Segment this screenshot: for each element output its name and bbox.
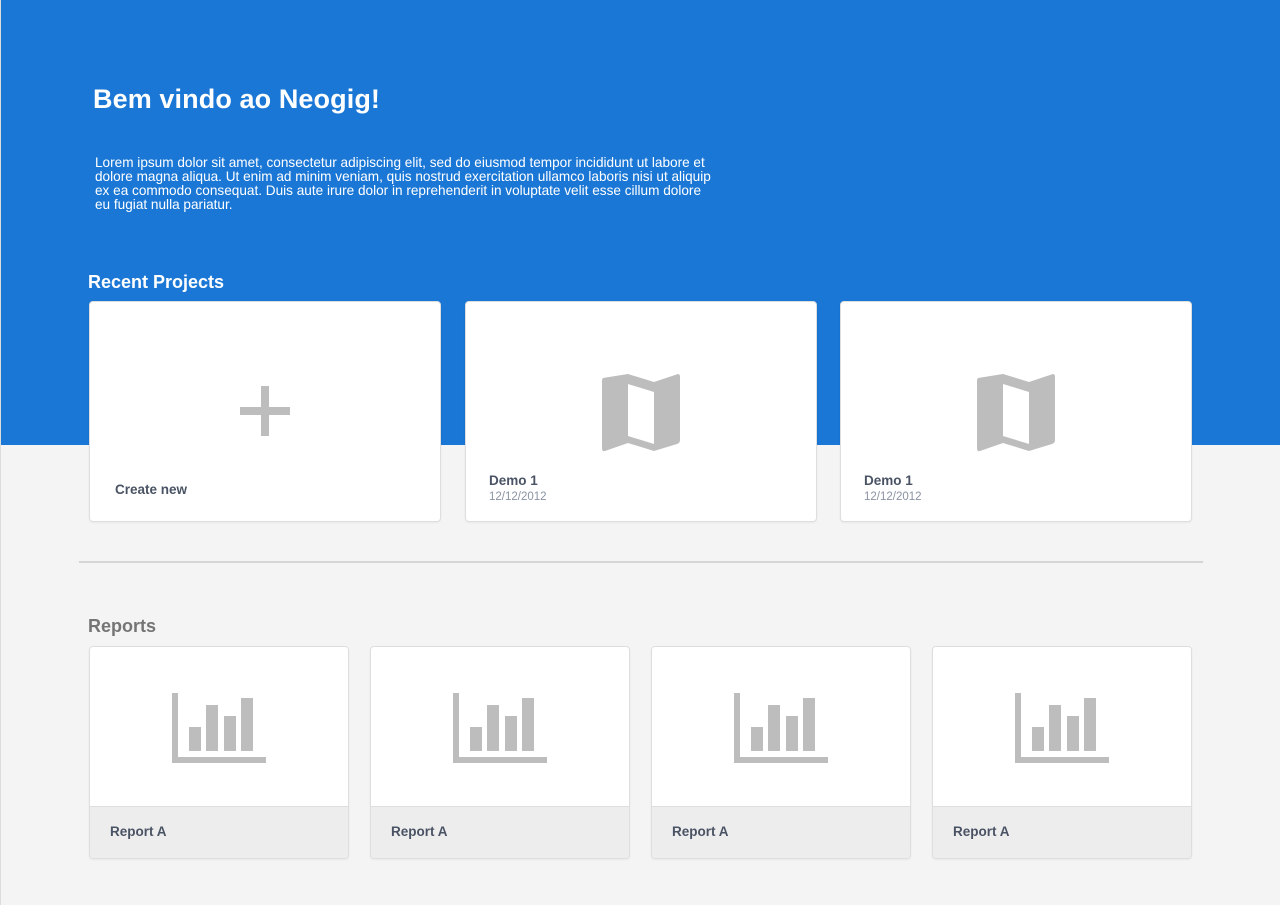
bar-chart-icon xyxy=(734,693,828,768)
report-card[interactable]: Report A xyxy=(370,646,630,859)
create-new-project-card[interactable]: Create new xyxy=(89,301,441,522)
project-card[interactable]: Demo 1 12/12/2012 xyxy=(465,301,817,522)
report-label: Report A xyxy=(110,824,167,839)
report-card[interactable]: Report A xyxy=(89,646,349,859)
page-title: Bem vindo ao Neogig! xyxy=(93,84,381,114)
report-thumbnail xyxy=(90,647,348,807)
project-name: Demo 1 xyxy=(489,473,538,488)
reports-heading: Reports xyxy=(88,616,157,636)
bar-chart-icon xyxy=(1015,693,1109,768)
report-label: Report A xyxy=(953,824,1010,839)
project-date: 12/12/2012 xyxy=(864,491,922,503)
report-label: Report A xyxy=(391,824,448,839)
report-card[interactable]: Report A xyxy=(932,646,1192,859)
report-label: Report A xyxy=(672,824,729,839)
create-new-label: Create new xyxy=(115,482,188,497)
welcome-description: Lorem ipsum dolor sit amet, consectetur … xyxy=(95,155,711,212)
report-thumbnail xyxy=(933,647,1191,807)
bar-chart-icon xyxy=(453,693,547,768)
report-thumbnail xyxy=(652,647,910,807)
recent-projects-heading: Recent Projects xyxy=(88,272,225,292)
report-card[interactable]: Report A xyxy=(651,646,911,859)
map-icon xyxy=(602,374,680,457)
report-thumbnail xyxy=(371,647,629,807)
plus-icon xyxy=(240,374,290,445)
section-divider xyxy=(79,561,1203,563)
map-icon xyxy=(977,374,1055,457)
project-date: 12/12/2012 xyxy=(489,491,547,503)
bar-chart-icon xyxy=(172,693,266,768)
project-card[interactable]: Demo 1 12/12/2012 xyxy=(840,301,1192,522)
project-name: Demo 1 xyxy=(864,473,913,488)
